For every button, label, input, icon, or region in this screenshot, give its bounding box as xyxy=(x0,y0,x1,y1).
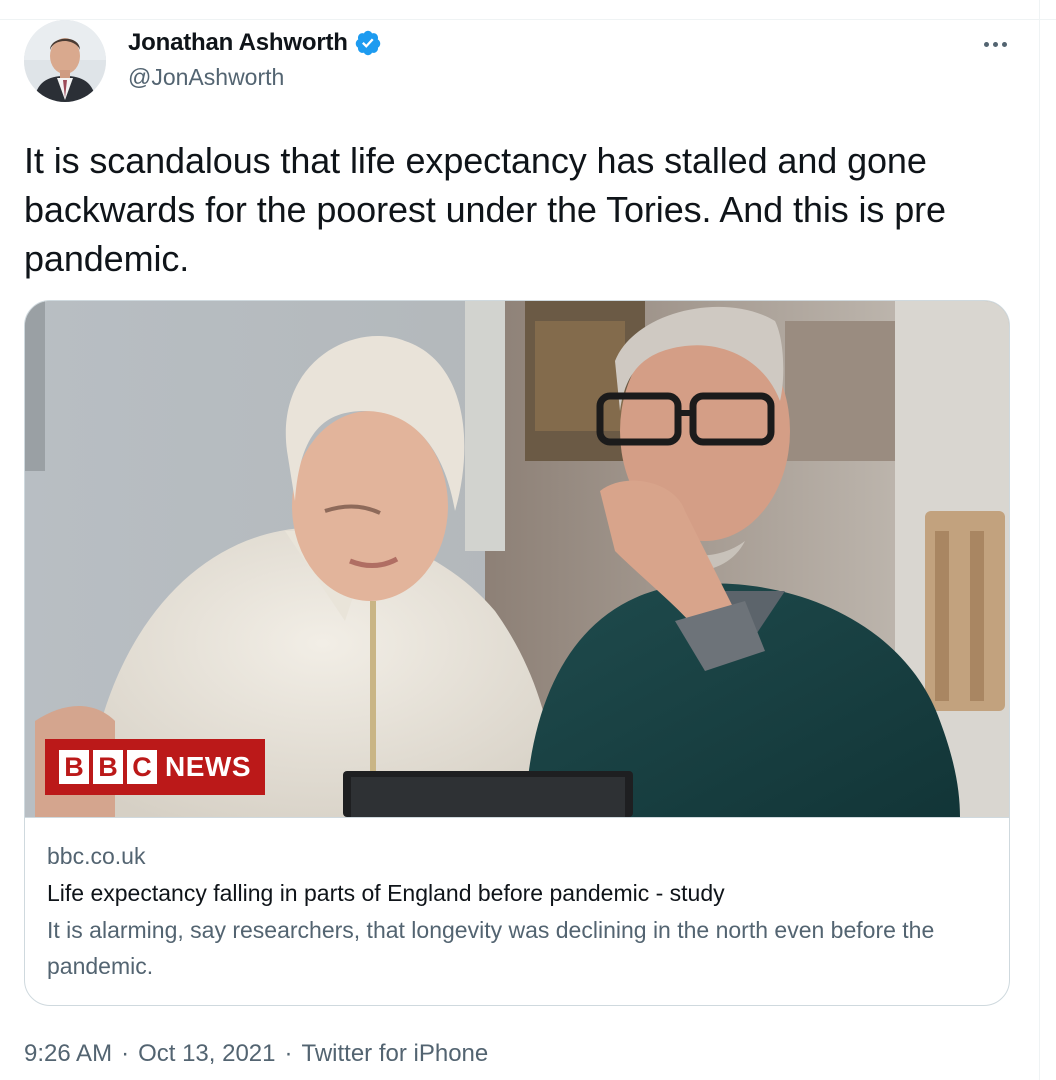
name-row: Jonathan Ashworth xyxy=(128,28,382,58)
card-body[interactable]: bbc.co.uk Life expectancy falling in par… xyxy=(25,817,1009,1005)
card-image[interactable]: B B C NEWS xyxy=(25,301,1009,817)
bbc-news-word: NEWS xyxy=(165,751,251,782)
bbc-letter-block: B xyxy=(59,750,89,784)
tweet-source-link[interactable]: Twitter for iPhone xyxy=(302,1040,489,1068)
right-divider xyxy=(1039,0,1040,1080)
card-title: Life expectancy falling in parts of Engl… xyxy=(47,880,725,906)
author-handle[interactable]: @JonAshworth xyxy=(128,64,382,91)
author-info: Jonathan Ashworth @JonAshworth xyxy=(128,28,382,91)
bbc-news-logo: B B C NEWS xyxy=(45,739,265,795)
top-divider xyxy=(0,0,1056,20)
link-card[interactable]: B B C NEWS bbc.co.uk Life expectancy fal… xyxy=(24,300,1010,1006)
more-dot xyxy=(983,41,989,47)
author-avatar[interactable] xyxy=(24,20,106,102)
author-display-name[interactable]: Jonathan Ashworth xyxy=(128,29,348,57)
bbc-letter-block: C xyxy=(127,750,157,784)
tweet-date-link[interactable]: Oct 13, 2021 xyxy=(138,1040,275,1068)
tweet-meta: 9:26 AM · Oct 13, 2021 · Twitter for iPh… xyxy=(24,1040,488,1068)
tweet: Jonathan Ashworth @JonAshworth It is sca… xyxy=(24,20,1016,1067)
meta-separator: · xyxy=(284,1040,293,1067)
more-dot xyxy=(992,41,998,47)
more-options-icon[interactable] xyxy=(978,32,1012,56)
card-description: It is alarming, say researchers, that lo… xyxy=(47,917,935,979)
meta-separator: · xyxy=(121,1040,130,1067)
tweet-header: Jonathan Ashworth @JonAshworth xyxy=(24,20,1016,110)
more-dot xyxy=(1001,41,1007,47)
card-domain: bbc.co.uk xyxy=(47,843,146,869)
avatar-photo xyxy=(24,20,106,102)
bbc-letter-blocks: B B C xyxy=(59,750,157,784)
tweet-text: It is scandalous that life expectancy ha… xyxy=(24,140,946,279)
bbc-letter-block: B xyxy=(93,750,123,784)
verified-badge-icon xyxy=(354,29,382,57)
tweet-time-link[interactable]: 9:26 AM xyxy=(24,1040,112,1068)
